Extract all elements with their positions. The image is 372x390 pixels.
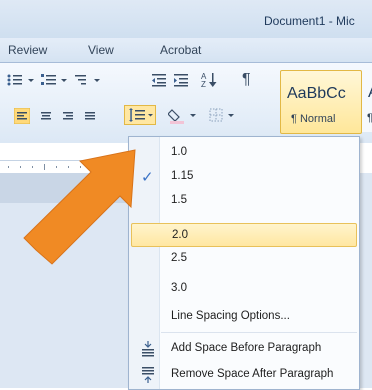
menu-item-label: 1.5 <box>171 194 187 206</box>
ribbon-tabs: Review View Acrobat <box>0 38 372 63</box>
show-formatting-marks-icon[interactable]: ¶ <box>242 71 251 89</box>
menu-separator <box>161 332 357 333</box>
menu-item-label: 2.5 <box>171 252 187 264</box>
document-margin-shade <box>0 173 128 203</box>
decrease-indent-icon[interactable] <box>150 73 168 87</box>
numbering-icon[interactable] <box>40 73 74 87</box>
svg-text:Z: Z <box>201 80 206 89</box>
increase-indent-icon[interactable] <box>172 73 190 87</box>
line-spacing-button[interactable] <box>124 105 156 125</box>
align-right-icon[interactable] <box>60 108 76 124</box>
menu-item-2-0[interactable]: 2.0 <box>131 223 357 247</box>
borders-icon[interactable] <box>208 107 240 125</box>
menu-item-2-5[interactable]: 2.5 <box>131 247 357 271</box>
style-sample: AaBbCc <box>287 85 346 102</box>
check-icon: ✓ <box>141 169 154 186</box>
menu-item-label: Add Space Before Paragraph <box>171 342 322 354</box>
tab-view[interactable]: View <box>88 43 114 57</box>
window-title: Document1 - Mic <box>264 14 355 28</box>
menu-item-1-5[interactable]: 1.5 <box>131 189 357 213</box>
menu-item-add-space-before[interactable]: Add Space Before Paragraph <box>131 337 357 361</box>
style-next-sample: A <box>368 84 372 102</box>
tab-acrobat[interactable]: Acrobat <box>160 43 201 57</box>
menu-item-label: Remove Space After Paragraph <box>171 368 334 380</box>
menu-item-label: 1.15 <box>171 170 194 182</box>
menu-item-label: 1.0 <box>171 146 187 158</box>
style-normal[interactable]: AaBbCc ¶ Normal <box>280 70 362 134</box>
sort-icon[interactable]: A Z <box>200 71 220 89</box>
title-bar: Document1 - Mic <box>0 0 372 38</box>
shading-icon[interactable] <box>168 107 200 125</box>
line-spacing-menu: 1.0 ✓ 1.15 1.5 2.0 2.5 3.0 Line Spacing … <box>128 136 360 390</box>
align-center-icon[interactable] <box>38 108 54 124</box>
style-next-partial[interactable]: A ¶ <box>362 70 372 132</box>
menu-item-1-15[interactable]: ✓ 1.15 <box>131 165 357 189</box>
multilevel-list-icon[interactable] <box>72 73 106 87</box>
menu-item-line-spacing-options[interactable]: Line Spacing Options... <box>131 305 357 329</box>
menu-item-1-0[interactable]: 1.0 <box>131 141 357 165</box>
menu-item-remove-space-after[interactable]: Remove Space After Paragraph <box>131 363 357 387</box>
menu-item-label: Line Spacing Options... <box>171 310 290 322</box>
style-next-name: ¶ <box>367 112 372 124</box>
menu-item-label: 2.0 <box>172 229 188 241</box>
align-left-icon[interactable] <box>14 108 30 124</box>
menu-item-label: 3.0 <box>171 282 187 294</box>
menu-item-3-0[interactable]: 3.0 <box>131 277 357 301</box>
style-name: ¶ Normal <box>291 113 336 125</box>
remove-space-after-icon <box>142 367 154 383</box>
justify-icon[interactable] <box>82 108 98 124</box>
tab-review[interactable]: Review <box>8 43 47 57</box>
add-space-before-icon <box>142 341 154 357</box>
